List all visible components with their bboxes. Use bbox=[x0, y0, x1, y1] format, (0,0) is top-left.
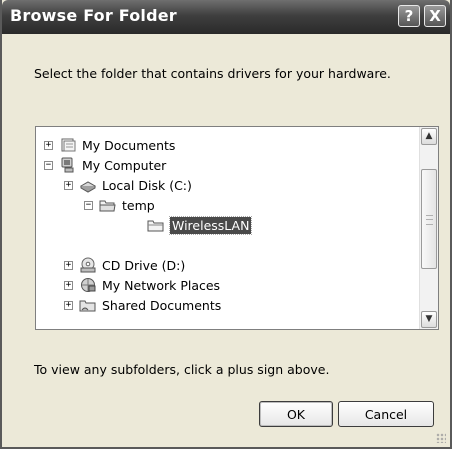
help-button[interactable]: ? bbox=[398, 5, 420, 27]
tree-item-label: temp bbox=[122, 197, 155, 213]
collapse-icon[interactable]: − bbox=[84, 200, 93, 210]
close-icon: X bbox=[429, 7, 441, 25]
ok-button[interactable]: OK bbox=[259, 401, 333, 427]
grip-icon bbox=[426, 215, 433, 225]
cancel-button[interactable]: Cancel bbox=[338, 401, 434, 427]
tree-item-my-computer[interactable]: − My Computer bbox=[44, 155, 166, 175]
scroll-down-button[interactable]: ▼ bbox=[421, 311, 437, 328]
collapse-icon[interactable]: − bbox=[44, 160, 53, 170]
tree-item-my-network-places[interactable]: + My Network Places bbox=[64, 275, 220, 295]
title-bar[interactable]: Browse For Folder ? X bbox=[2, 0, 450, 34]
resize-grip-icon[interactable] bbox=[436, 433, 446, 443]
folder-icon bbox=[147, 217, 165, 233]
tree-item-label: Shared Documents bbox=[102, 297, 222, 313]
expand-icon[interactable]: + bbox=[64, 260, 73, 270]
folder-tree[interactable]: + My Documents − My Computer + Local Dis… bbox=[35, 126, 439, 330]
my-documents-icon bbox=[59, 137, 77, 153]
tree-item-cd-drive[interactable]: + CD Drive (D:) bbox=[64, 255, 185, 275]
my-computer-icon bbox=[59, 157, 77, 173]
tree-item-temp[interactable]: − temp bbox=[84, 195, 155, 215]
expand-icon[interactable]: + bbox=[64, 180, 73, 190]
instruction-text: Select the folder that contains drivers … bbox=[34, 66, 391, 81]
dialog-title: Browse For Folder bbox=[10, 6, 177, 25]
folder-open-icon bbox=[99, 197, 117, 213]
cd-drive-icon bbox=[79, 257, 97, 273]
tree-item-my-documents[interactable]: + My Documents bbox=[44, 135, 175, 155]
tree-item-label: My Computer bbox=[82, 157, 167, 173]
help-icon: ? bbox=[404, 7, 414, 25]
tree-item-label: CD Drive (D:) bbox=[102, 257, 186, 273]
tree-item-wirelesslan[interactable]: WirelessLAN bbox=[147, 215, 253, 235]
expand-icon[interactable]: + bbox=[64, 300, 73, 310]
tree-item-label: Local Disk (C:) bbox=[102, 177, 192, 193]
shared-documents-icon bbox=[79, 297, 97, 313]
tree-item-shared-documents[interactable]: + Shared Documents bbox=[64, 295, 221, 315]
browse-for-folder-dialog: Browse For Folder ? X Select the folder … bbox=[0, 0, 452, 449]
tree-item-label: WirelessLAN bbox=[168, 215, 253, 235]
close-button[interactable]: X bbox=[424, 5, 446, 27]
tree-item-local-disk[interactable]: + Local Disk (C:) bbox=[64, 175, 192, 195]
tree-item-label: My Network Places bbox=[102, 277, 221, 293]
tree-item-label: My Documents bbox=[82, 137, 176, 153]
tree-scrollbar[interactable]: ▲ ▼ bbox=[419, 127, 438, 329]
network-places-icon bbox=[79, 277, 97, 293]
local-disk-icon bbox=[79, 177, 97, 193]
scroll-thumb[interactable] bbox=[421, 169, 437, 269]
hint-text: To view any subfolders, click a plus sig… bbox=[34, 362, 330, 377]
expand-icon[interactable]: + bbox=[64, 280, 73, 290]
scroll-up-button[interactable]: ▲ bbox=[421, 128, 437, 145]
expand-icon[interactable]: + bbox=[44, 140, 53, 150]
